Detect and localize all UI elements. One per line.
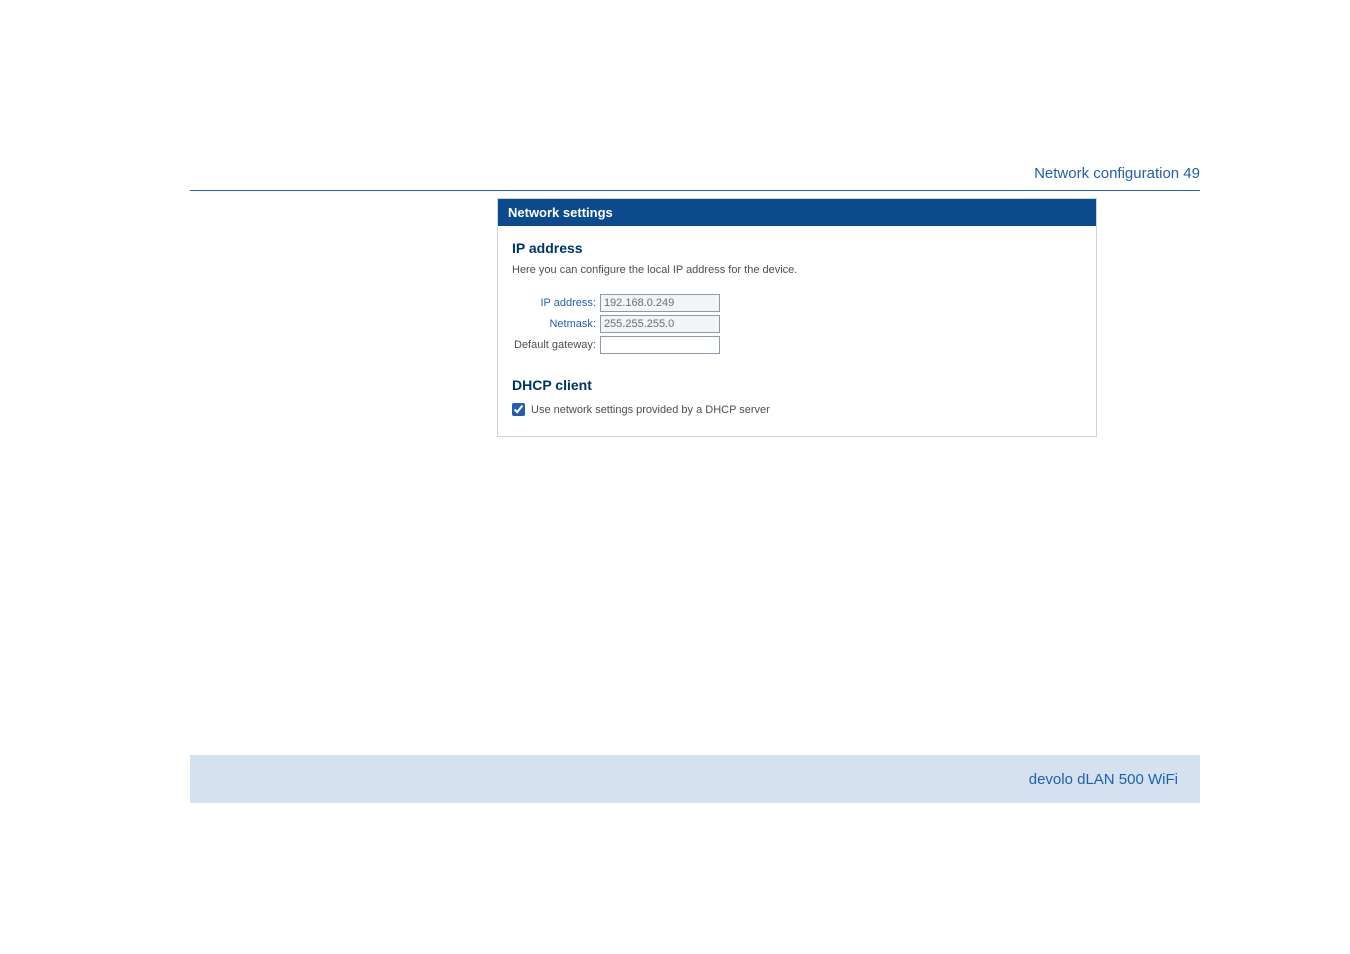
dhcp-section: DHCP client Use network settings provide… [512,377,1082,416]
footer-bar: devolo dLAN 500 WiFi [190,755,1200,803]
netmask-label: Netmask: [512,313,598,334]
footer-product-label: devolo dLAN 500 WiFi [1029,771,1178,788]
dhcp-checkbox-row: Use network settings provided by a DHCP … [512,403,1082,416]
dhcp-checkbox[interactable] [512,403,525,416]
ip-address-heading: IP address [512,240,1082,256]
panel-body: IP address Here you can configure the lo… [498,226,1096,436]
header-divider [190,190,1200,191]
dhcp-checkbox-label: Use network settings provided by a DHCP … [531,404,770,416]
ip-address-input[interactable] [600,294,720,312]
ip-address-description: Here you can configure the local IP addr… [512,264,1082,276]
ip-address-label: IP address: [512,292,598,313]
ip-form-table: IP address: Netmask: Default gateway: [512,292,722,355]
dhcp-client-heading: DHCP client [512,377,1082,393]
page-header: Network configuration 49 [190,165,1200,191]
panel-title: Network settings [498,199,1096,226]
breadcrumb: Network configuration 49 [190,165,1200,188]
network-settings-panel: Network settings IP address Here you can… [497,198,1097,437]
gateway-label: Default gateway: [512,334,598,355]
netmask-input[interactable] [600,315,720,333]
gateway-input[interactable] [600,336,720,354]
